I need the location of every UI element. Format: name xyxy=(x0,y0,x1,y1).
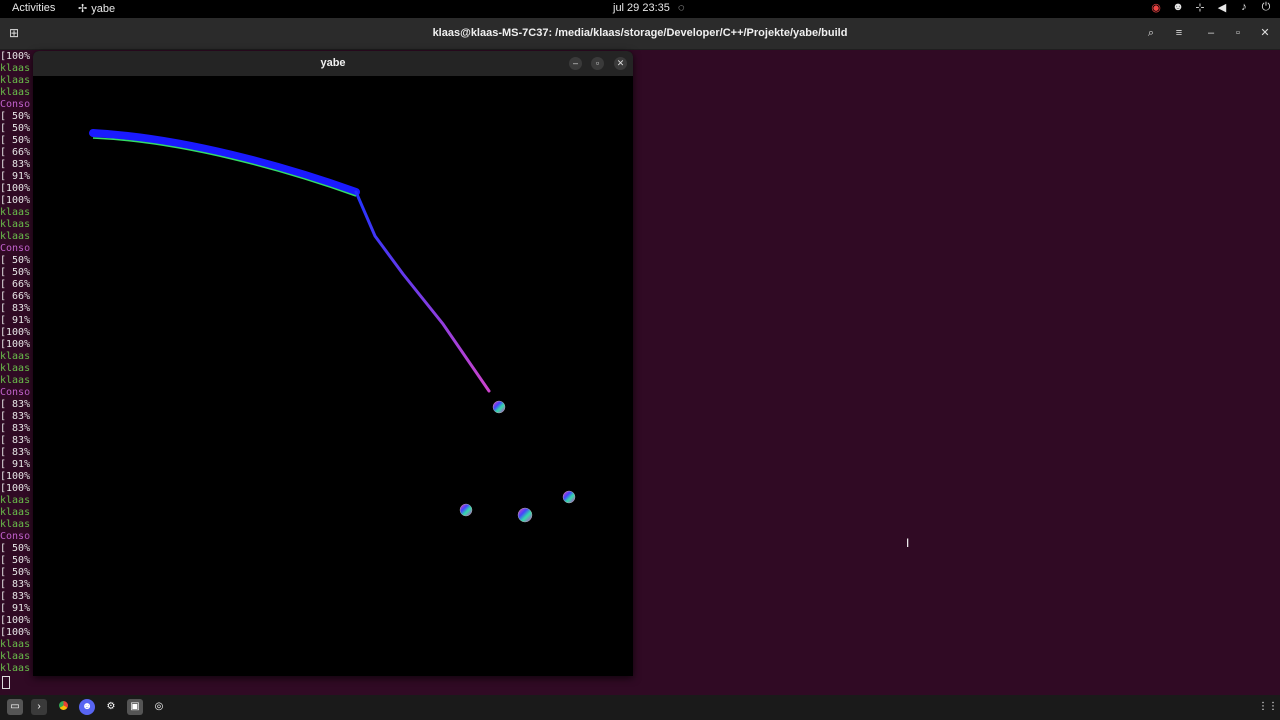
minimize-icon[interactable]: – xyxy=(1202,24,1220,42)
yabe-window-title: yabe xyxy=(320,57,346,69)
ball xyxy=(459,503,473,517)
app-menu[interactable]: ✢ yabe xyxy=(78,2,116,16)
terminal-line: klaas xyxy=(0,651,31,662)
yabe-titlebar[interactable]: yabe – ▫ ✕ xyxy=(33,51,633,76)
terminal-output[interactable]: [100% klaas klaas klaas Conso[ 50%[ 50%[ 50%… xyxy=(0,51,34,681)
ball xyxy=(562,490,576,504)
terminal-line: [100% xyxy=(0,339,31,350)
dock: ▭ › ☻ ⚙ ▣ ◎ ⋮⋮ xyxy=(0,695,1280,720)
rope-lower xyxy=(354,190,491,393)
activities-button[interactable]: Activities xyxy=(12,2,55,14)
close-icon[interactable]: ✕ xyxy=(1256,24,1274,42)
terminal-line: [ 83% xyxy=(0,411,31,422)
terminal-line: klaas xyxy=(0,219,31,230)
chrome-tray-icon[interactable]: ◉ xyxy=(1150,1,1162,14)
steam-icon[interactable]: ⚙ xyxy=(103,699,119,715)
microphone-icon[interactable]: ♪ xyxy=(1238,1,1250,14)
terminal-line: [ 91% xyxy=(0,171,31,182)
terminal-line: [ 50% xyxy=(0,111,31,122)
files-icon[interactable]: ▭ xyxy=(7,699,23,715)
terminal-line: Conso xyxy=(0,243,31,254)
terminal-line: [100% xyxy=(0,183,31,194)
terminal-line: [ 83% xyxy=(0,303,31,314)
terminal-line: [ 50% xyxy=(0,267,31,278)
terminal-line: [100% xyxy=(0,615,31,626)
discord-tray-icon[interactable]: ☻ xyxy=(1172,1,1184,14)
menu-icon[interactable]: ≡ xyxy=(1170,24,1188,42)
terminal-line: [100% xyxy=(0,51,31,62)
terminal-line: klaas xyxy=(0,507,31,518)
terminal-line: klaas xyxy=(0,207,31,218)
terminal-line: Conso xyxy=(0,387,31,398)
terminal-line: [ 50% xyxy=(0,543,31,554)
ball xyxy=(517,507,533,523)
terminal-line: [ 50% xyxy=(0,567,31,578)
terminal-line: [ 83% xyxy=(0,159,31,170)
terminal-line: [ 66% xyxy=(0,147,31,158)
notification-bell-icon: ◌ xyxy=(678,2,685,14)
terminal-line: [ 83% xyxy=(0,591,31,602)
app-name: yabe xyxy=(91,2,116,15)
terminal-line: [100% xyxy=(0,195,31,206)
power-icon[interactable]: ⏻ xyxy=(1260,1,1272,14)
terminal-line: klaas xyxy=(0,639,31,650)
terminal-line: klaas xyxy=(0,63,31,74)
discord-icon[interactable]: ☻ xyxy=(79,699,95,715)
settings-icon[interactable]: ◎ xyxy=(151,699,167,715)
terminal-line: [ 83% xyxy=(0,423,31,434)
terminal-line: klaas xyxy=(0,75,31,86)
app-grid-icon[interactable]: ⋮⋮ xyxy=(1258,699,1278,715)
yabe-window[interactable]: yabe – ▫ ✕ xyxy=(33,51,633,676)
active-app-icon[interactable]: ▣ xyxy=(127,699,143,715)
maximize-icon[interactable]: ▫ xyxy=(591,57,604,70)
volume-icon[interactable]: ◀ xyxy=(1216,1,1228,14)
network-icon[interactable]: ⊹ xyxy=(1194,1,1206,14)
terminal-line: klaas xyxy=(0,363,31,374)
terminal-line: [ 83% xyxy=(0,447,31,458)
terminal-line: [ 83% xyxy=(0,435,31,446)
terminal-line: [ 50% xyxy=(0,255,31,266)
terminal-line: [ 66% xyxy=(0,279,31,290)
terminal-line: klaas xyxy=(0,663,31,674)
terminal-line: klaas xyxy=(0,519,31,530)
terminal-line: [100% xyxy=(0,483,31,494)
terminal-line: [ 91% xyxy=(0,315,31,326)
app-icon: ✢ xyxy=(78,3,88,15)
clock[interactable]: jul 29 23:35 xyxy=(613,2,670,14)
terminal-line: klaas xyxy=(0,351,31,362)
terminal-title: klaas@klaas-MS-7C37: /media/klaas/storag… xyxy=(432,27,848,39)
terminal-line: [100% xyxy=(0,327,31,338)
text-cursor-icon: I xyxy=(906,536,910,550)
terminal-line: [ 50% xyxy=(0,555,31,566)
rope-highlight xyxy=(92,137,357,197)
terminal-line: [100% xyxy=(0,471,31,482)
close-icon[interactable]: ✕ xyxy=(614,57,627,70)
search-icon[interactable]: ⌕ xyxy=(1142,24,1160,42)
terminal-cursor xyxy=(2,676,10,689)
maximize-icon[interactable]: ▫ xyxy=(1229,24,1247,42)
minimize-icon[interactable]: – xyxy=(569,57,582,70)
terminal-line: klaas xyxy=(0,87,31,98)
terminal-line: [ 66% xyxy=(0,291,31,302)
terminal-line: Conso xyxy=(0,99,31,110)
terminal-line: [ 50% xyxy=(0,123,31,134)
terminal-app-icon[interactable]: › xyxy=(31,699,47,715)
terminal-header-bar: ⊞ klaas@klaas-MS-7C37: /media/klaas/stor… xyxy=(0,18,1280,50)
ball xyxy=(492,400,506,414)
terminal-line: klaas xyxy=(0,495,31,506)
terminal-line: klaas xyxy=(0,375,31,386)
terminal-line: Conso xyxy=(0,531,31,542)
chrome-icon[interactable] xyxy=(55,699,71,715)
simulation-canvas[interactable] xyxy=(33,76,633,676)
terminal-line: [ 91% xyxy=(0,603,31,614)
terminal-line: [ 83% xyxy=(0,579,31,590)
terminal-line: [ 83% xyxy=(0,399,31,410)
terminal-line: [ 50% xyxy=(0,135,31,146)
top-bar: Activities ✢ yabe jul 29 23:35 ◌ ◉ ☻ ⊹ ◀… xyxy=(0,0,1280,18)
system-tray[interactable]: ◉ ☻ ⊹ ◀ ♪ ⏻ xyxy=(1150,1,1272,14)
terminal-line: [100% xyxy=(0,627,31,638)
terminal-line: [ 91% xyxy=(0,459,31,470)
terminal-line: klaas xyxy=(0,231,31,242)
